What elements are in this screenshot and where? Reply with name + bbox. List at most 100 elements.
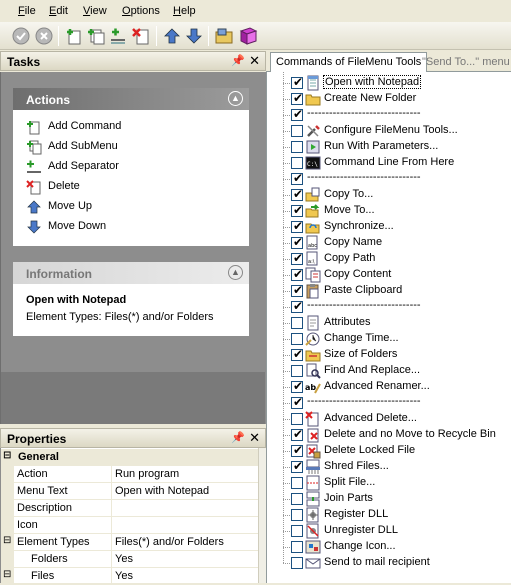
- checkbox[interactable]: [291, 333, 303, 345]
- checkbox[interactable]: ✔: [291, 347, 303, 361]
- checkbox[interactable]: ✔: [291, 443, 303, 457]
- property-row-files[interactable]: ⊟ Files Yes: [1, 568, 258, 585]
- action-move-up[interactable]: Move Up: [13, 197, 249, 217]
- tree-item[interactable]: ✔ Paste Clipboard: [267, 283, 511, 299]
- property-row-element-types[interactable]: ⊟ Element Types Files(*) and/or Folders: [1, 534, 258, 551]
- action-add-separator[interactable]: Add Separator: [13, 157, 249, 177]
- apply-button[interactable]: [11, 26, 31, 46]
- checkbox[interactable]: [291, 141, 303, 153]
- action-add-command[interactable]: Add Command: [13, 117, 249, 137]
- collapse-chevron-icon[interactable]: ▲: [228, 265, 243, 280]
- add-submenu-button[interactable]: [86, 26, 106, 46]
- tree-item[interactable]: Advanced Delete...: [267, 411, 511, 427]
- help-button[interactable]: [238, 26, 258, 46]
- tree-item[interactable]: Join Parts: [267, 491, 511, 507]
- checkbox[interactable]: [291, 365, 303, 377]
- add-separator-button[interactable]: [108, 26, 128, 46]
- checkbox[interactable]: ✔: [291, 187, 303, 201]
- close-icon[interactable]: ✕: [249, 430, 260, 446]
- tree-separator[interactable]: ✔ -------------------------------: [267, 395, 511, 411]
- checkbox[interactable]: [291, 157, 303, 169]
- add-command-button[interactable]: [64, 26, 84, 46]
- tree-item[interactable]: ✔ a:\ Copy Path: [267, 251, 511, 267]
- move-up-button[interactable]: [162, 26, 182, 46]
- tree-item[interactable]: Unregister DLL: [267, 523, 511, 539]
- checkbox[interactable]: ✔: [291, 283, 303, 297]
- tab-send-to[interactable]: "Send To..." menu: [417, 53, 511, 72]
- checkbox[interactable]: ✔: [291, 459, 303, 473]
- checkbox[interactable]: [291, 413, 303, 425]
- checkbox[interactable]: ✔: [291, 299, 303, 313]
- checkbox[interactable]: [291, 493, 303, 505]
- menu-help[interactable]: Help: [173, 5, 196, 17]
- tree-item[interactable]: Change Time...: [267, 331, 511, 347]
- action-add-submenu[interactable]: Add SubMenu: [13, 137, 249, 157]
- property-row-menu-text[interactable]: Menu Text Open with Notepad: [1, 483, 258, 500]
- tree-separator[interactable]: ✔ -------------------------------: [267, 299, 511, 315]
- property-row-folders[interactable]: Folders Yes: [1, 551, 258, 568]
- tree-item[interactable]: ✔ Delete Locked File: [267, 443, 511, 459]
- tree-item[interactable]: Configure FileMenu Tools...: [267, 123, 511, 139]
- tree-item[interactable]: Send to mail recipient: [267, 555, 511, 571]
- cancel-button[interactable]: [34, 26, 54, 46]
- tree-item[interactable]: ✔ abc Copy Name: [267, 235, 511, 251]
- tree-item[interactable]: ✔ Copy Content: [267, 267, 511, 283]
- checkbox[interactable]: [291, 125, 303, 137]
- tree-item[interactable]: Find And Replace...: [267, 363, 511, 379]
- checkbox[interactable]: ✔: [291, 267, 303, 281]
- property-row-action[interactable]: Action Run program: [1, 466, 258, 483]
- actions-header[interactable]: Actions ▲: [13, 88, 249, 110]
- pin-icon[interactable]: 📌: [231, 54, 245, 67]
- tab-commands[interactable]: Commands of FileMenu Tools: [270, 52, 428, 73]
- tree-separator[interactable]: ✔ -------------------------------: [267, 171, 511, 187]
- collapse-minus-icon[interactable]: ⊟: [3, 569, 11, 580]
- action-move-down[interactable]: Move Down: [13, 217, 249, 237]
- checkbox[interactable]: ✔: [291, 395, 303, 409]
- checkbox[interactable]: ✔: [291, 251, 303, 265]
- tree-item[interactable]: ✔ Move To...: [267, 203, 511, 219]
- delete-button[interactable]: [131, 26, 151, 46]
- tree-item[interactable]: Change Icon...: [267, 539, 511, 555]
- menu-view[interactable]: View: [83, 5, 107, 17]
- move-down-button[interactable]: [184, 26, 204, 46]
- checkbox[interactable]: ✔: [291, 91, 303, 105]
- property-category-general[interactable]: ⊟ General: [1, 449, 258, 466]
- tree-item[interactable]: Register DLL: [267, 507, 511, 523]
- checkbox[interactable]: ✔: [291, 235, 303, 249]
- checkbox[interactable]: ✔: [291, 75, 303, 89]
- tree-item[interactable]: ✔ ab Advanced Renamer...: [267, 379, 511, 395]
- collapse-minus-icon[interactable]: ⊟: [3, 450, 11, 461]
- checkbox[interactable]: [291, 509, 303, 521]
- tree-item[interactable]: ✔ Create New Folder: [267, 91, 511, 107]
- tree-item[interactable]: ✔ Open with Notepad: [267, 75, 511, 91]
- tree-item[interactable]: Attributes: [267, 315, 511, 331]
- checkbox[interactable]: ✔: [291, 107, 303, 121]
- menu-file[interactable]: File: [18, 5, 36, 17]
- checkbox[interactable]: ✔: [291, 203, 303, 217]
- tree-item[interactable]: ✔ Synchronize...: [267, 219, 511, 235]
- checkbox[interactable]: ✔: [291, 219, 303, 233]
- menu-options[interactable]: Options: [122, 5, 160, 17]
- close-icon[interactable]: ✕: [249, 53, 260, 69]
- checkbox[interactable]: ✔: [291, 171, 303, 185]
- property-row-icon[interactable]: Icon: [1, 517, 258, 534]
- information-header[interactable]: Information ▲: [13, 262, 249, 284]
- tree-item[interactable]: ✔ Copy To...: [267, 187, 511, 203]
- tree-item[interactable]: ✔ Shred Files...: [267, 459, 511, 475]
- collapse-minus-icon[interactable]: ⊟: [3, 535, 11, 546]
- checkbox[interactable]: ✔: [291, 379, 303, 393]
- checkbox[interactable]: [291, 557, 303, 569]
- tree-item[interactable]: Run With Parameters...: [267, 139, 511, 155]
- tree-item[interactable]: ✔ Size of Folders: [267, 347, 511, 363]
- checkbox[interactable]: [291, 525, 303, 537]
- tree-item[interactable]: Split File...: [267, 475, 511, 491]
- pin-icon[interactable]: 📌: [231, 431, 245, 444]
- checkbox[interactable]: [291, 477, 303, 489]
- action-delete[interactable]: Delete: [13, 177, 249, 197]
- collapse-chevron-icon[interactable]: ▲: [228, 91, 243, 106]
- explorer-button[interactable]: [214, 26, 234, 46]
- checkbox[interactable]: [291, 541, 303, 553]
- checkbox[interactable]: [291, 317, 303, 329]
- tree-item[interactable]: ✔ Delete and no Move to Recycle Bin: [267, 427, 511, 443]
- tree-separator[interactable]: ✔ -------------------------------: [267, 107, 511, 123]
